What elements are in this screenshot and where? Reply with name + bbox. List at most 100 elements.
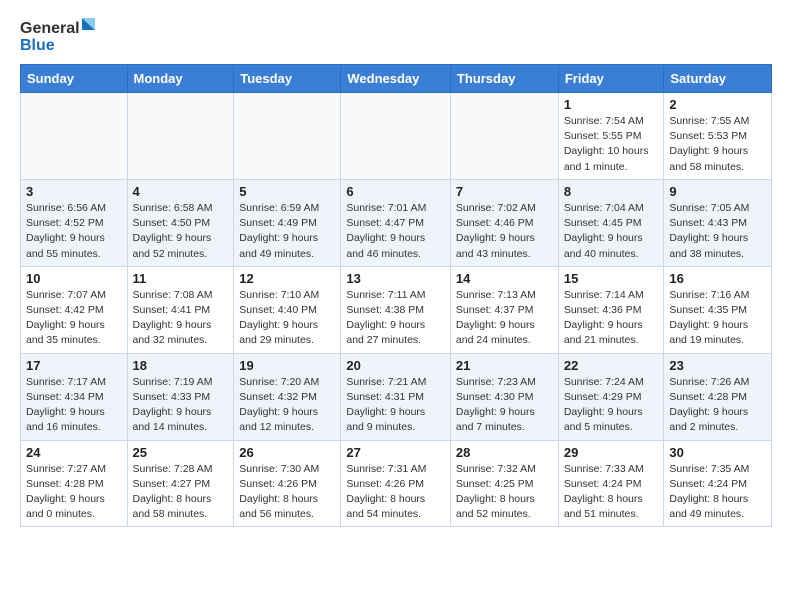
svg-text:General: General (20, 20, 80, 37)
calendar-cell: 25 Sunrise: 7:28 AM Sunset: 4:27 PM Dayli… (127, 440, 234, 527)
day-detail: Sunrise: 7:30 AM Sunset: 4:26 PM Dayligh… (239, 462, 335, 523)
day-detail: Sunrise: 7:16 AM Sunset: 4:35 PM Dayligh… (669, 288, 766, 349)
day-number: 2 (669, 97, 766, 112)
day-number: 4 (133, 184, 229, 199)
day-detail: Sunrise: 7:32 AM Sunset: 4:25 PM Dayligh… (456, 462, 553, 523)
day-number: 6 (346, 184, 445, 199)
calendar-cell: 7Sunrise: 7:02 AM Sunset: 4:46 PM Daylig… (450, 179, 558, 266)
day-number: 17 (26, 358, 122, 373)
calendar-body: 1 Sunrise: 7:54 AM Sunset: 5:55 PM Daylig… (21, 93, 772, 527)
header: GeneralBlue (20, 16, 772, 56)
day-number: 12 (239, 271, 335, 286)
calendar-cell (450, 93, 558, 180)
calendar-cell: 12 Sunrise: 7:10 AM Sunset: 4:40 PM Dayli… (234, 266, 341, 353)
calendar-cell: 19 Sunrise: 7:20 AM Sunset: 4:32 PM Dayli… (234, 353, 341, 440)
week-row-4: 17 Sunrise: 7:17 AM Sunset: 4:34 PM Dayli… (21, 353, 772, 440)
day-number: 28 (456, 445, 553, 460)
calendar-cell: 10Sunrise: 7:07 AM Sunset: 4:42 PM Dayli… (21, 266, 128, 353)
calendar-table: SundayMondayTuesdayWednesdayThursdayFrid… (20, 64, 772, 527)
day-number: 27 (346, 445, 445, 460)
calendar-cell: 3 Sunrise: 6:56 AM Sunset: 4:52 PM Daylig… (21, 179, 128, 266)
calendar-cell (234, 93, 341, 180)
week-row-1: 1 Sunrise: 7:54 AM Sunset: 5:55 PM Daylig… (21, 93, 772, 180)
day-number: 25 (133, 445, 229, 460)
column-header-wednesday: Wednesday (341, 65, 451, 93)
calendar-cell: 9Sunrise: 7:05 AM Sunset: 4:43 PM Daylig… (664, 179, 772, 266)
day-number: 24 (26, 445, 122, 460)
column-header-sunday: Sunday (21, 65, 128, 93)
day-number: 19 (239, 358, 335, 373)
calendar-cell: 1 Sunrise: 7:54 AM Sunset: 5:55 PM Daylig… (558, 93, 664, 180)
calendar-cell: 21Sunrise: 7:23 AM Sunset: 4:30 PM Dayli… (450, 353, 558, 440)
column-header-monday: Monday (127, 65, 234, 93)
calendar-cell: 27 Sunrise: 7:31 AM Sunset: 4:26 PM Dayli… (341, 440, 451, 527)
calendar-cell: 26 Sunrise: 7:30 AM Sunset: 4:26 PM Dayli… (234, 440, 341, 527)
day-number: 11 (133, 271, 229, 286)
day-detail: Sunrise: 7:28 AM Sunset: 4:27 PM Dayligh… (133, 462, 229, 523)
calendar-cell (127, 93, 234, 180)
svg-text:Blue: Blue (20, 37, 55, 54)
day-number: 20 (346, 358, 445, 373)
calendar-cell: 14 Sunrise: 7:13 AM Sunset: 4:37 PM Dayli… (450, 266, 558, 353)
calendar-cell: 29Sunrise: 7:33 AM Sunset: 4:24 PM Dayli… (558, 440, 664, 527)
day-detail: Sunrise: 7:26 AM Sunset: 4:28 PM Dayligh… (669, 375, 766, 436)
day-number: 5 (239, 184, 335, 199)
calendar-cell: 17 Sunrise: 7:17 AM Sunset: 4:34 PM Dayli… (21, 353, 128, 440)
day-number: 7 (456, 184, 553, 199)
day-number: 8 (564, 184, 659, 199)
day-number: 14 (456, 271, 553, 286)
day-detail: Sunrise: 7:27 AM Sunset: 4:28 PM Dayligh… (26, 462, 122, 523)
day-number: 10 (26, 271, 122, 286)
calendar-cell: 4 Sunrise: 6:58 AM Sunset: 4:50 PM Daylig… (127, 179, 234, 266)
day-detail: Sunrise: 7:08 AM Sunset: 4:41 PM Dayligh… (133, 288, 229, 349)
day-detail: Sunrise: 7:01 AM Sunset: 4:47 PM Dayligh… (346, 201, 445, 262)
week-row-2: 3 Sunrise: 6:56 AM Sunset: 4:52 PM Daylig… (21, 179, 772, 266)
day-number: 21 (456, 358, 553, 373)
day-number: 26 (239, 445, 335, 460)
day-number: 3 (26, 184, 122, 199)
day-detail: Sunrise: 7:31 AM Sunset: 4:26 PM Dayligh… (346, 462, 445, 523)
calendar-cell: 11 Sunrise: 7:08 AM Sunset: 4:41 PM Dayli… (127, 266, 234, 353)
calendar-cell: 13 Sunrise: 7:11 AM Sunset: 4:38 PM Dayli… (341, 266, 451, 353)
day-detail: Sunrise: 7:17 AM Sunset: 4:34 PM Dayligh… (26, 375, 122, 436)
column-header-thursday: Thursday (450, 65, 558, 93)
calendar-cell: 30Sunrise: 7:35 AM Sunset: 4:24 PM Dayli… (664, 440, 772, 527)
calendar-cell: 8 Sunrise: 7:04 AM Sunset: 4:45 PM Daylig… (558, 179, 664, 266)
calendar-cell: 6 Sunrise: 7:01 AM Sunset: 4:47 PM Daylig… (341, 179, 451, 266)
calendar-cell: 28 Sunrise: 7:32 AM Sunset: 4:25 PM Dayli… (450, 440, 558, 527)
day-detail: Sunrise: 7:13 AM Sunset: 4:37 PM Dayligh… (456, 288, 553, 349)
logo: GeneralBlue (20, 16, 100, 56)
calendar-cell (21, 93, 128, 180)
calendar-cell: 5 Sunrise: 6:59 AM Sunset: 4:49 PM Daylig… (234, 179, 341, 266)
logo-svg: GeneralBlue (20, 16, 100, 56)
calendar-cell: 22Sunrise: 7:24 AM Sunset: 4:29 PM Dayli… (558, 353, 664, 440)
calendar-cell: 18Sunrise: 7:19 AM Sunset: 4:33 PM Dayli… (127, 353, 234, 440)
day-number: 13 (346, 271, 445, 286)
calendar-cell: 23Sunrise: 7:26 AM Sunset: 4:28 PM Dayli… (664, 353, 772, 440)
column-header-friday: Friday (558, 65, 664, 93)
calendar-cell: 24 Sunrise: 7:27 AM Sunset: 4:28 PM Dayli… (21, 440, 128, 527)
day-detail: Sunrise: 6:56 AM Sunset: 4:52 PM Dayligh… (26, 201, 122, 262)
day-number: 16 (669, 271, 766, 286)
day-detail: Sunrise: 7:33 AM Sunset: 4:24 PM Dayligh… (564, 462, 659, 523)
calendar-cell: 2 Sunrise: 7:55 AM Sunset: 5:53 PM Daylig… (664, 93, 772, 180)
day-number: 22 (564, 358, 659, 373)
column-header-tuesday: Tuesday (234, 65, 341, 93)
day-number: 1 (564, 97, 659, 112)
day-detail: Sunrise: 7:55 AM Sunset: 5:53 PM Dayligh… (669, 114, 766, 175)
calendar-cell (341, 93, 451, 180)
day-number: 18 (133, 358, 229, 373)
day-detail: Sunrise: 7:14 AM Sunset: 4:36 PM Dayligh… (564, 288, 659, 349)
day-number: 30 (669, 445, 766, 460)
calendar-cell: 15 Sunrise: 7:14 AM Sunset: 4:36 PM Dayli… (558, 266, 664, 353)
day-detail: Sunrise: 7:11 AM Sunset: 4:38 PM Dayligh… (346, 288, 445, 349)
day-detail: Sunrise: 7:04 AM Sunset: 4:45 PM Dayligh… (564, 201, 659, 262)
day-detail: Sunrise: 7:54 AM Sunset: 5:55 PM Dayligh… (564, 114, 659, 175)
day-detail: Sunrise: 7:10 AM Sunset: 4:40 PM Dayligh… (239, 288, 335, 349)
day-detail: Sunrise: 6:59 AM Sunset: 4:49 PM Dayligh… (239, 201, 335, 262)
day-detail: Sunrise: 7:05 AM Sunset: 4:43 PM Dayligh… (669, 201, 766, 262)
week-row-3: 10Sunrise: 7:07 AM Sunset: 4:42 PM Dayli… (21, 266, 772, 353)
day-detail: Sunrise: 7:20 AM Sunset: 4:32 PM Dayligh… (239, 375, 335, 436)
day-detail: Sunrise: 6:58 AM Sunset: 4:50 PM Dayligh… (133, 201, 229, 262)
day-number: 15 (564, 271, 659, 286)
